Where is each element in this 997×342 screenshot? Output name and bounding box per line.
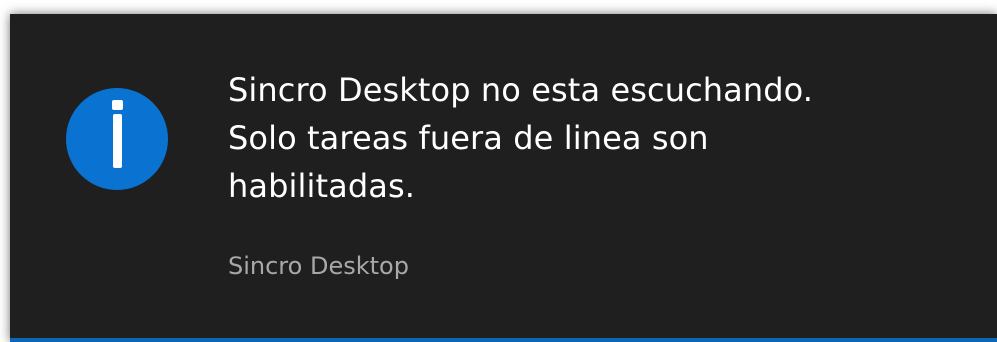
info-glyph <box>112 100 123 168</box>
message-line: habilitadas. <box>228 167 415 205</box>
toast-accent-bar <box>10 338 997 342</box>
screenshot-frame: Sincro Desktop no esta escuchando. Solo … <box>0 0 997 342</box>
notification-app-name: Sincro Desktop <box>228 252 409 280</box>
info-icon <box>66 88 168 190</box>
message-line: Solo tareas fuera de linea son <box>228 119 709 157</box>
toast-notification[interactable]: Sincro Desktop no esta escuchando. Solo … <box>10 14 997 342</box>
notification-message: Sincro Desktop no esta escuchando. Solo … <box>228 66 948 210</box>
message-line: Sincro Desktop no esta escuchando. <box>228 71 814 109</box>
